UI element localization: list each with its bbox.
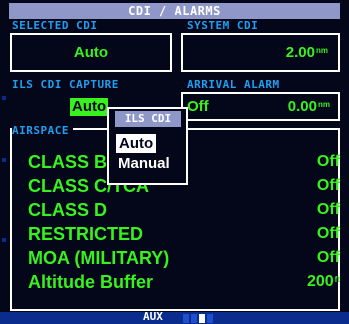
cdi-alarms-screen: CDI / ALARMS SELECTED CDI Auto SYSTEM CD… — [0, 0, 349, 324]
page-dot — [183, 314, 189, 323]
selected-cdi-value: Auto — [73, 44, 109, 61]
system-cdi-label: SYSTEM CDI — [187, 19, 259, 32]
airspace-row-label: RESTRICTED — [28, 224, 144, 244]
system-cdi-unit: nm — [316, 46, 328, 55]
airspace-label: AIRSPACE — [12, 124, 73, 137]
system-cdi-number: 2.00 — [285, 44, 315, 61]
airspace-row-label: MOA (MILITARY) — [28, 248, 170, 268]
airspace-row-label: Altitude Buffer — [28, 272, 153, 292]
bezel-mark — [2, 238, 6, 242]
airspace-row-altitude-buffer[interactable]: Altitude Buffer 200ft — [28, 271, 340, 293]
altitude-buffer-number: 200 — [306, 273, 334, 290]
airspace-row-label: CLASS D — [28, 200, 108, 220]
arrival-alarm-unit: nm — [318, 100, 330, 109]
bezel-mark — [2, 158, 6, 162]
airspace-row-value[interactable]: 200ft — [307, 271, 340, 293]
selected-cdi-label: SELECTED CDI — [12, 19, 98, 32]
page-title: CDI / ALARMS — [9, 3, 340, 19]
status-bar — [0, 312, 349, 324]
ils-cdi-popup: ILS CDI Auto Manual — [107, 107, 188, 185]
arrival-alarm-distance[interactable]: 0.00nm — [288, 98, 330, 116]
popup-title: ILS CDI — [115, 111, 181, 127]
bezel-mark — [2, 96, 6, 100]
page-indicator — [183, 314, 213, 323]
arrival-alarm-distance-number: 0.00 — [287, 98, 317, 115]
altitude-buffer-unit: ft — [334, 275, 340, 284]
page-group-label: AUX — [143, 310, 163, 323]
ils-cdi-capture-value: Auto — [70, 98, 109, 116]
airspace-row-value[interactable]: Off — [317, 151, 340, 173]
arrival-alarm-label: ARRIVAL ALARM — [187, 78, 280, 91]
page-dot — [207, 314, 213, 323]
arrival-alarm-field[interactable]: Off 0.00nm — [181, 92, 340, 121]
popup-option-auto[interactable]: Auto — [115, 133, 158, 154]
airspace-row-value[interactable]: Off — [317, 247, 340, 269]
page-dot-active — [199, 314, 205, 323]
arrival-alarm-state[interactable]: Off — [187, 98, 209, 116]
airspace-row-label: CLASS B — [28, 152, 108, 172]
airspace-row-value[interactable]: Off — [317, 223, 340, 245]
ils-cdi-capture-label: ILS CDI CAPTURE — [12, 78, 119, 91]
airspace-row-moa[interactable]: MOA (MILITARY) Off — [28, 247, 340, 269]
airspace-row-restricted[interactable]: RESTRICTED Off — [28, 223, 340, 245]
system-cdi-value: 2.00nm — [286, 44, 328, 62]
page-dot — [191, 314, 197, 323]
airspace-row-value[interactable]: Off — [317, 199, 340, 221]
selected-cdi-field[interactable]: Auto — [10, 33, 172, 72]
system-cdi-field: 2.00nm — [181, 33, 340, 72]
airspace-row-class-d[interactable]: CLASS D Off — [28, 199, 340, 221]
airspace-row-value[interactable]: Off — [317, 175, 340, 197]
popup-option-manual[interactable]: Manual — [115, 154, 173, 173]
